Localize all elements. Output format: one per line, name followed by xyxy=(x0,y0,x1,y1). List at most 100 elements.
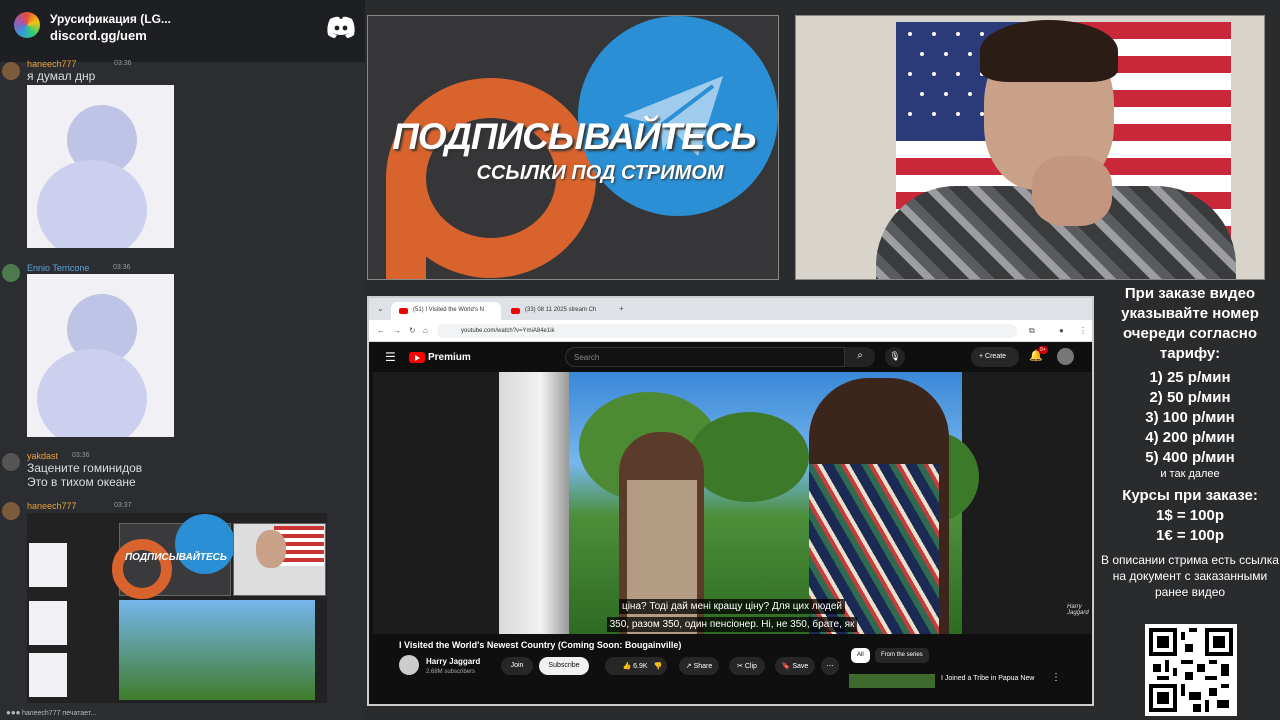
clip-label: Clip xyxy=(744,663,757,670)
order-instructions: При заказе видео указывайте номер очеред… xyxy=(1121,285,1259,362)
price-info-panel: При заказе видео указывайте номер очеред… xyxy=(1100,282,1280,720)
youtube-premium-label[interactable]: Premium xyxy=(428,352,471,363)
message-time: 03:37 xyxy=(114,502,132,509)
video-frame xyxy=(499,372,979,634)
clip-button[interactable]: ✂ Clip xyxy=(729,657,765,675)
promo-title: ПОДПИСЫВАЙТЕСЬ xyxy=(392,116,756,157)
subtitle-line: 350, разом 350, один пенсіонер. Ні, не 3… xyxy=(606,617,858,632)
courses-title: Курсы при заказе: xyxy=(1122,487,1258,504)
channel-name[interactable]: Harry Jaggard xyxy=(426,657,480,666)
subtitle-line: ціна? Тоді дай мені кращу ціну? Для цих … xyxy=(618,599,845,614)
streamer-hand xyxy=(1032,156,1112,226)
description-note: В описании стрима есть ссылка на докумен… xyxy=(1101,553,1279,599)
price-item: 1) 25 р/мин xyxy=(1149,369,1231,386)
related-video-title[interactable]: I Joined a Tribe in Papua New xyxy=(941,675,1034,682)
create-button[interactable]: + Create xyxy=(971,347,1019,367)
typing-indicator: ●●● haneech777 печатает... xyxy=(6,708,96,717)
message-time: 03:36 xyxy=(114,60,132,67)
price-etc: и так далее xyxy=(1160,468,1220,480)
search-input[interactable]: Search xyxy=(565,347,845,367)
message-time: 03:36 xyxy=(113,264,131,271)
share-button[interactable]: ↗ Share xyxy=(679,657,719,675)
avatar[interactable] xyxy=(2,502,20,520)
message-username[interactable]: haneech777 xyxy=(27,501,77,511)
price-item: 4) 200 р/мин xyxy=(1145,429,1235,446)
invite-link[interactable]: discord.gg/uem xyxy=(50,28,147,43)
join-button[interactable]: Join xyxy=(501,657,533,675)
stream-screenshot-image[interactable]: ПОДПИСЫВАЙТЕСЬ xyxy=(27,513,327,703)
video-player[interactable]: ціна? Тоді дай мені кращу ціну? Для цих … xyxy=(373,372,1091,634)
price-item: 2) 50 р/мин xyxy=(1149,389,1231,406)
server-icon xyxy=(14,12,40,38)
tab-youtube-video[interactable]: (51) I Visited the World's N xyxy=(391,302,501,320)
message-username[interactable]: haneech777 xyxy=(27,59,77,69)
typing-text: haneech777 печатает... xyxy=(21,710,97,717)
message-username[interactable]: yakdast xyxy=(27,451,58,461)
message-username[interactable]: Ennio Terricone xyxy=(27,263,89,273)
dislike-button[interactable]: 👎 xyxy=(649,657,667,675)
profile-icon[interactable]: ● xyxy=(1059,326,1064,335)
like-count: 6.9K xyxy=(633,663,648,670)
save-label: Save xyxy=(792,663,809,670)
account-avatar[interactable] xyxy=(1057,348,1074,365)
address-bar: ← → ↻ ⌂ youtube.com/watch?v=YmiA84e1ik ⧉… xyxy=(369,320,1092,342)
avatar[interactable] xyxy=(2,453,20,471)
new-tab-button[interactable]: + xyxy=(619,304,624,313)
server-name: Урусификация (LG... xyxy=(50,12,171,26)
back-icon[interactable]: ← xyxy=(377,326,385,335)
qr-code-image[interactable] xyxy=(1145,624,1237,716)
extensions-icon[interactable]: ⧉ xyxy=(1029,326,1035,336)
price-item: 5) 400 р/мин xyxy=(1145,449,1235,466)
youtube-page: ☰ Premium Search ⌕ 🎙 + Create 🔔 9+ ціна?… xyxy=(369,342,1092,704)
url-field[interactable]: youtube.com/watch?v=YmiA84e1ik xyxy=(437,324,1017,338)
notification-count-badge: 9+ xyxy=(1038,346,1048,354)
youtube-favicon-icon xyxy=(511,308,520,314)
microphone-icon[interactable]: 🎙 xyxy=(885,347,905,367)
menu-icon[interactable]: ⋮ xyxy=(1079,326,1087,335)
reload-icon[interactable]: ↻ xyxy=(409,326,416,335)
search-icon[interactable]: ⌕ xyxy=(845,347,875,367)
youtube-play-icon xyxy=(415,355,420,361)
share-label: Share xyxy=(693,663,713,670)
tab-bar: ⌄ (51) I Visited the World's N (33) 08 1… xyxy=(369,298,1092,320)
chip-all[interactable]: All xyxy=(851,648,870,663)
webcam-feed xyxy=(795,15,1265,280)
chip-from-series[interactable]: From the series xyxy=(875,648,929,663)
tab-title: (51) I Visited the World's N xyxy=(413,307,484,313)
promo-subtitle: ССЫЛКИ ПОД СТРИМОМ xyxy=(476,162,724,184)
tab-stream[interactable]: (33) 08 11 2025 stream Ch xyxy=(503,302,613,320)
video-subtitles: ціна? Тоді дай мені кращу ціну? Для цих … xyxy=(373,596,1091,632)
create-label: Create xyxy=(985,353,1007,360)
baby-sticker-image[interactable] xyxy=(27,274,174,437)
forward-icon[interactable]: → xyxy=(393,326,401,335)
avatar[interactable] xyxy=(2,264,20,282)
rate-eur: 1€ = 100р xyxy=(1156,527,1224,544)
patreon-logo-stem xyxy=(386,176,426,279)
tab-title: (33) 08 11 2025 stream Ch xyxy=(525,307,597,313)
home-icon[interactable]: ⌂ xyxy=(423,326,428,335)
message-time: 03:36 xyxy=(72,452,90,459)
channel-avatar[interactable] xyxy=(399,655,419,675)
subscribe-button[interactable]: Subscribe xyxy=(539,657,589,675)
discord-logo-icon[interactable] xyxy=(326,15,356,39)
more-actions-button[interactable]: ⋯ xyxy=(821,657,839,675)
tab-list-icon[interactable]: ⌄ xyxy=(377,304,384,313)
avatar[interactable] xyxy=(2,62,20,80)
price-item: 3) 100 р/мин xyxy=(1145,409,1235,426)
typing-dots-icon: ●●● xyxy=(6,708,21,717)
save-button[interactable]: 🔖 Save xyxy=(775,657,815,675)
discord-chat-panel: Урусификация (LG... discord.gg/uem hanee… xyxy=(0,0,365,720)
hamburger-menu-icon[interactable]: ☰ xyxy=(385,350,396,364)
message-text: Зацените гоминидов xyxy=(27,461,143,475)
browser-window: ⌄ (51) I Visited the World's N (33) 08 1… xyxy=(367,296,1094,706)
streamer-hair xyxy=(980,20,1118,82)
message-text: я думал днр xyxy=(27,69,96,83)
related-video-thumbnail[interactable] xyxy=(849,674,935,688)
channel-watermark: Harry Jaggard xyxy=(1067,604,1089,616)
message-text: Это в тихом океане xyxy=(27,475,136,489)
baby-sticker-image[interactable] xyxy=(27,85,174,248)
car-door xyxy=(499,372,569,634)
video-title: I Visited the World's Newest Country (Co… xyxy=(399,640,682,650)
related-more-icon[interactable]: ⋮ xyxy=(1051,672,1061,683)
promo-banner: ПОДПИСЫВАЙТЕСЬ ССЫЛКИ ПОД СТРИМОМ xyxy=(367,15,779,280)
